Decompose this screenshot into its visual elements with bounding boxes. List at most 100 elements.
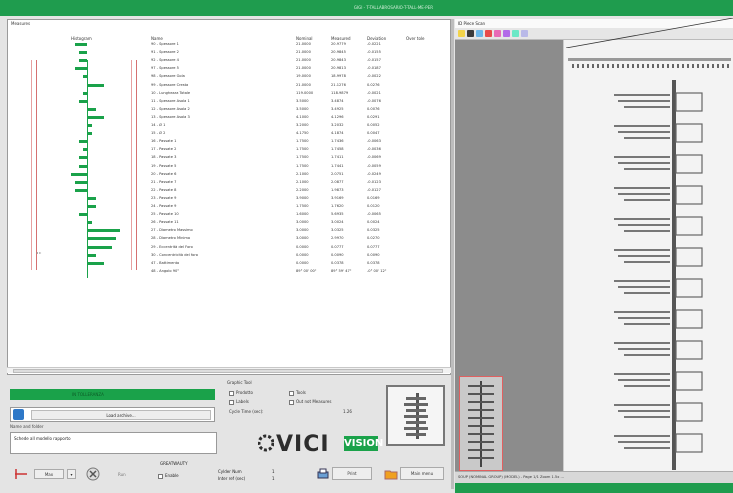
row-nominal: 3.0000	[296, 228, 309, 233]
row-name: 28 - Diametro Minimo	[151, 236, 191, 241]
checkbox-box[interactable]	[289, 399, 294, 405]
zoom-fit-icon[interactable]	[458, 30, 465, 37]
checkbox-tools[interactable]: Tools	[289, 390, 306, 396]
checkbox-box[interactable]	[158, 473, 163, 479]
pan-icon[interactable]	[476, 30, 483, 37]
row-name: 99 - Spessore Cresta	[151, 82, 189, 87]
marker-pink-icon[interactable]	[494, 30, 501, 37]
print-icon[interactable]	[316, 467, 330, 481]
ruler-tick	[702, 64, 704, 68]
checkbox-box[interactable]	[289, 390, 294, 396]
row-nominal: 21.0000	[296, 58, 311, 63]
checkbox-labels[interactable]: Labels	[229, 399, 249, 405]
part-tooth	[630, 410, 670, 412]
part-block	[675, 92, 703, 112]
row-deviation: 0.0024	[367, 220, 380, 225]
row-nominal: 1.7500	[296, 163, 309, 168]
row-nominal: 2.2000	[296, 187, 309, 192]
column-header-over-tolerance[interactable]: Over tole	[406, 36, 424, 41]
checkbox-out-not-measures[interactable]: Out not Measures	[289, 399, 331, 405]
row-deviation: -0.0187	[367, 66, 381, 71]
pointer-icon[interactable]	[467, 30, 474, 37]
panel-splitter[interactable]	[451, 19, 454, 489]
cylinder-number-value[interactable]: 1	[272, 469, 275, 474]
checkbox-label: Labels	[236, 399, 249, 404]
viewer-bottom-strip	[455, 483, 733, 493]
marker-purple-icon[interactable]	[503, 30, 510, 37]
layers-icon[interactable]	[521, 30, 528, 37]
row-measured: 5.6935	[331, 212, 344, 217]
horizontal-scrollbar[interactable]	[7, 367, 451, 373]
minimap-tooth	[468, 449, 494, 451]
row-nominal: 89° 00' 00"	[296, 268, 317, 273]
column-header-histogram[interactable]: Histogram	[71, 36, 92, 41]
scrollbar-thumb[interactable]	[13, 369, 443, 373]
drawing-canvas[interactable]	[563, 40, 733, 471]
part-tooth	[624, 106, 670, 108]
histogram-bar	[75, 180, 87, 184]
row-measured: 89° 59' 47"	[331, 268, 352, 273]
row-measured: 0.0777	[331, 244, 344, 249]
row-name: 98 - Spessore Gola	[151, 74, 185, 79]
column-header-nominal[interactable]: Nominal	[296, 36, 313, 41]
row-nominal: 4.1750	[296, 131, 309, 136]
part-block	[675, 185, 703, 205]
checkbox-box[interactable]	[229, 399, 234, 405]
part-tooth	[636, 280, 670, 282]
measure-icon[interactable]	[14, 468, 28, 480]
minimap[interactable]	[459, 376, 503, 471]
row-nominal: 3.0000	[296, 220, 309, 225]
column-header-name[interactable]: Name	[151, 36, 163, 41]
row-nominal: 4.1000	[296, 114, 309, 119]
minimap-tooth	[468, 433, 494, 435]
checkbox-prodotto[interactable]: Prodotto	[229, 390, 253, 396]
part-tooth	[630, 348, 670, 350]
max-select[interactable]: Max	[34, 469, 64, 479]
marker-red-icon[interactable]	[485, 30, 492, 37]
ruler-tick	[577, 64, 579, 68]
ruler-tick	[607, 64, 609, 68]
part-tooth	[630, 286, 670, 288]
ruler-tick	[707, 64, 709, 68]
part-tooth	[630, 131, 670, 133]
interval-value[interactable]: 1	[272, 476, 275, 481]
ruler-tick	[672, 64, 674, 68]
graphic-tool-caption: Graphic Tool	[227, 380, 252, 385]
row-name: 29 - Eccentrità del Foro	[151, 244, 193, 249]
main-menu-button[interactable]: Main menu	[400, 467, 444, 480]
row-name: 10 - Lunghezza Totale	[151, 90, 191, 95]
row-measured: 20.9845	[331, 50, 346, 55]
row-deviation: -0.0155	[367, 50, 381, 55]
stop-icon[interactable]	[86, 467, 100, 481]
part-tooth	[630, 193, 670, 195]
column-header-deviation[interactable]: Deviation	[367, 36, 386, 41]
run-mode-label: Run	[118, 472, 126, 477]
row-deviation: -0.0063	[367, 139, 381, 144]
part-tooth	[636, 342, 670, 344]
archive-icon[interactable]	[13, 409, 24, 420]
part-tooth	[630, 255, 670, 257]
row-name: 27 - Diametro Massimo	[151, 228, 193, 233]
chevron-down-icon[interactable]: ▾	[67, 469, 76, 479]
load-archive-button[interactable]: Load archive...	[31, 410, 211, 420]
measures-table[interactable]: Histogram Name Nominal Measured Deviatio…	[8, 20, 452, 320]
column-header-measured[interactable]: Measured	[331, 36, 351, 41]
marker-teal-icon[interactable]	[512, 30, 519, 37]
part-name-field[interactable]: Schede all modello rapporto	[10, 432, 217, 454]
part-thumbnail[interactable]	[386, 385, 445, 446]
main-menu-button-label: Main menu	[410, 471, 434, 476]
part-tooth	[636, 311, 670, 313]
part-tooth	[624, 230, 670, 232]
histogram-bar	[88, 115, 104, 119]
histogram-bar	[75, 43, 87, 46]
part-tooth	[636, 94, 670, 96]
row-name: 90 - Spessore 1	[151, 42, 179, 46]
checkbox-box[interactable]	[229, 390, 234, 396]
enable-checkbox[interactable]: Enable	[158, 473, 179, 479]
ruler-tick	[717, 64, 719, 68]
print-button[interactable]: Print	[332, 467, 372, 480]
folder-icon[interactable]	[384, 467, 398, 481]
row-name: 91 - Spessore 2	[151, 50, 179, 55]
row-expander-icon[interactable]: ◂ ▸	[36, 250, 41, 255]
row-measured: 2.0877	[331, 179, 344, 184]
